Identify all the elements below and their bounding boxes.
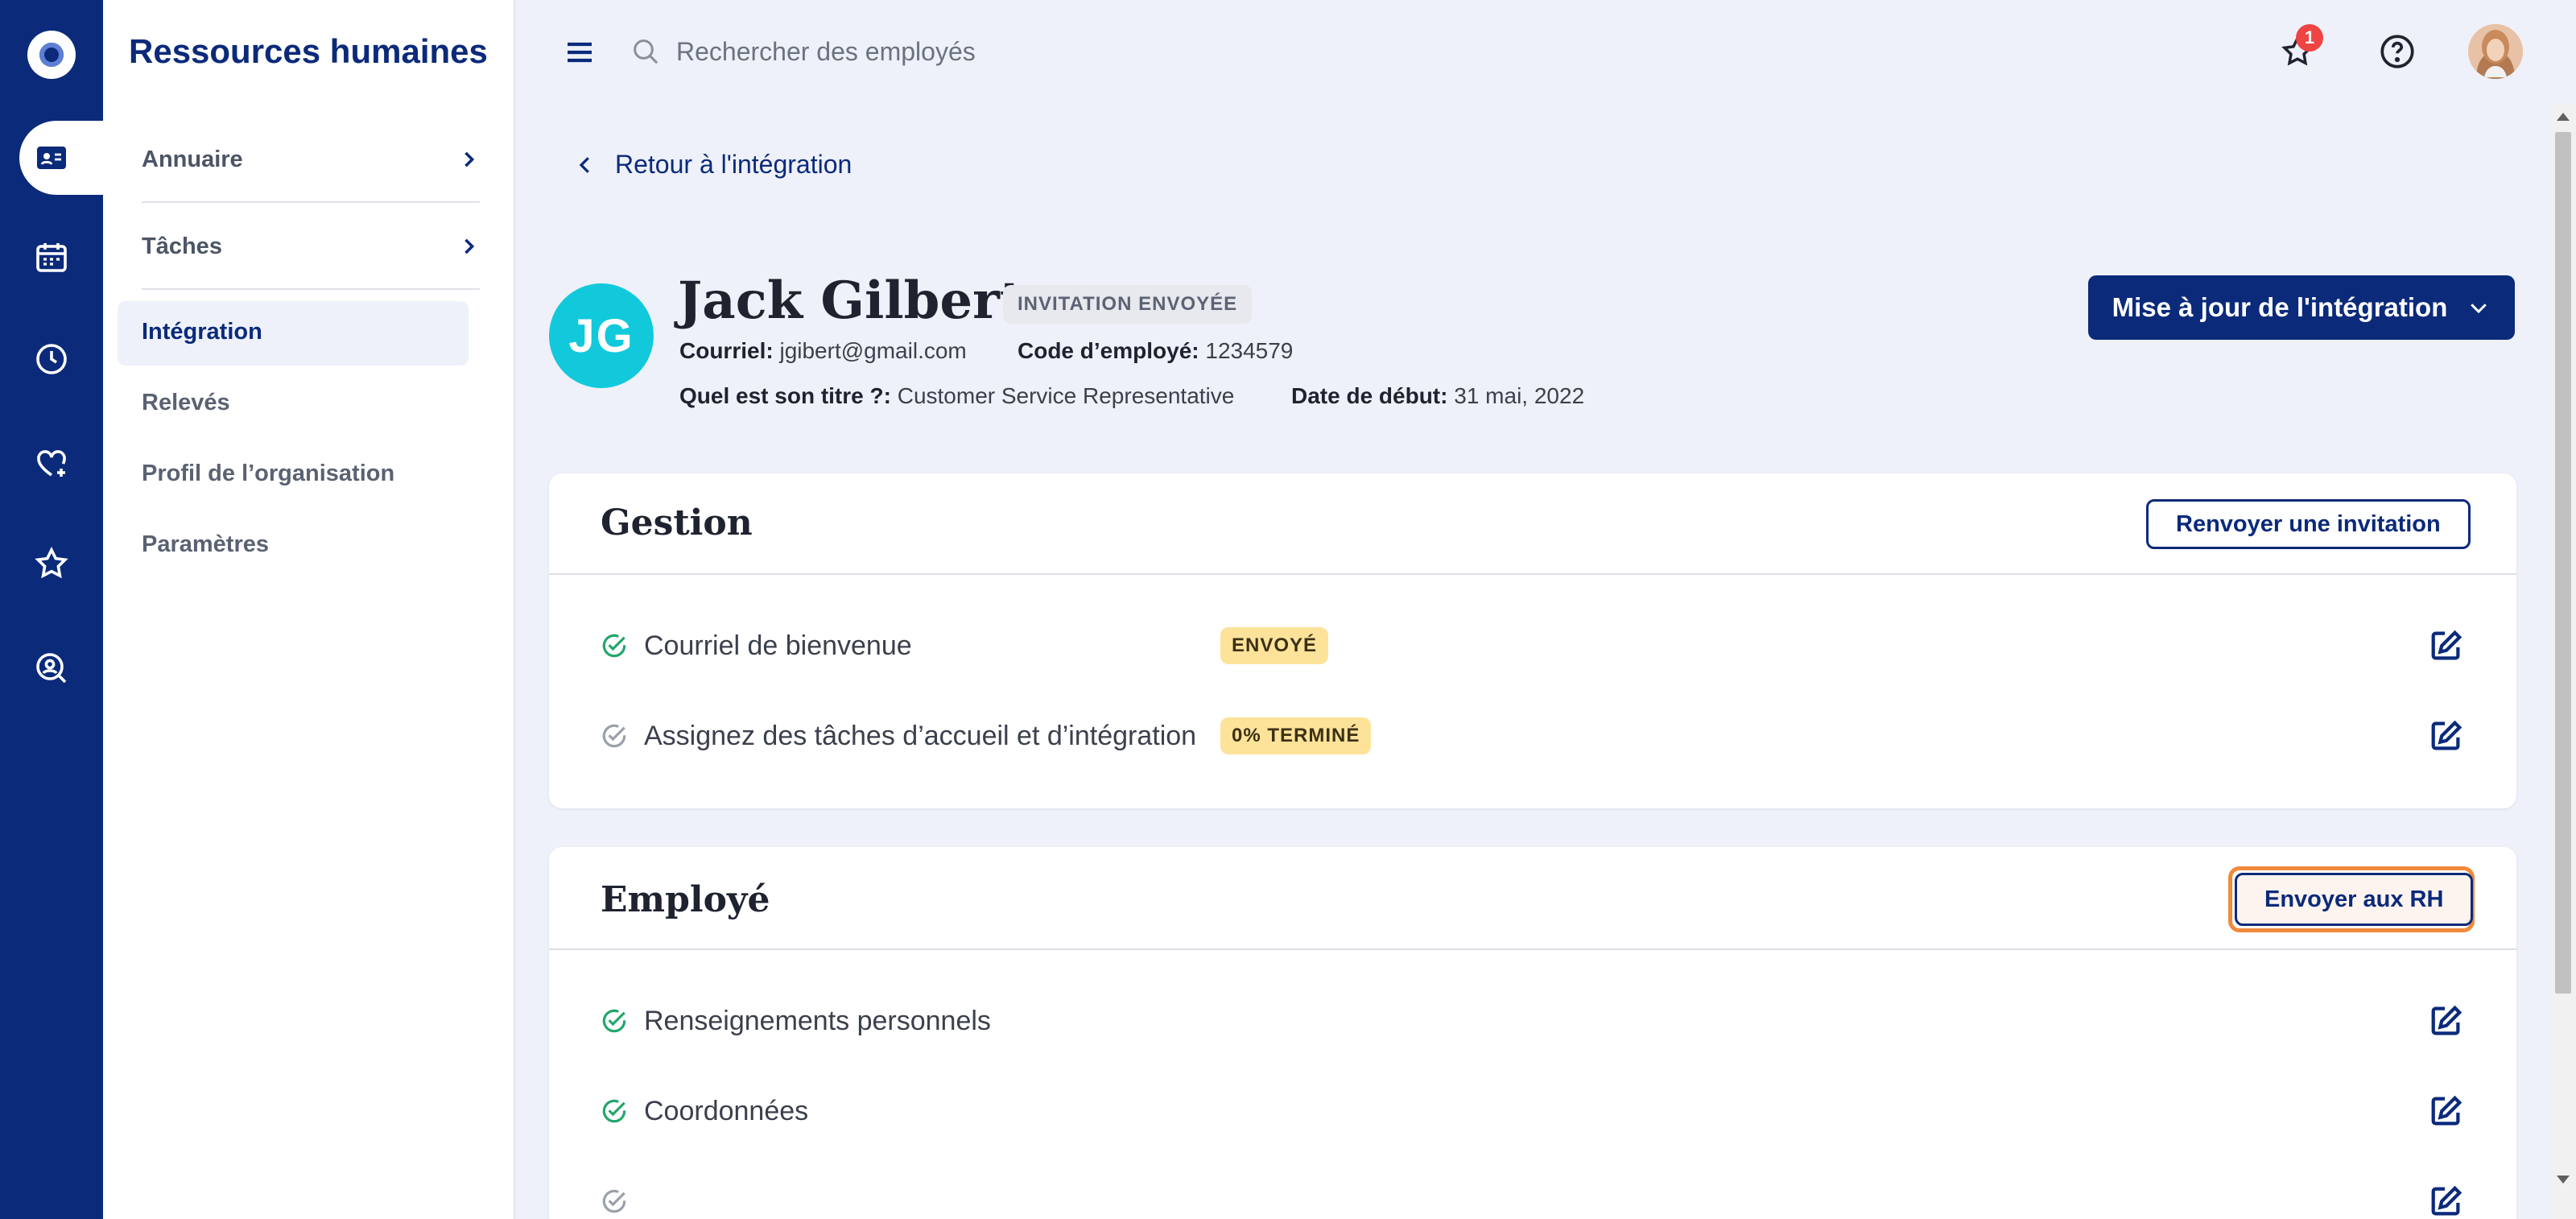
- nav-divider: [142, 288, 480, 290]
- nav-item-parametres[interactable]: Paramètres: [142, 531, 269, 558]
- employee-avatar: JG: [549, 283, 654, 388]
- nav-item-releves[interactable]: Relevés: [142, 390, 230, 416]
- edit-icon: [2431, 720, 2462, 750]
- update-onboarding-button[interactable]: Mise à jour de l'intégration: [2088, 275, 2515, 340]
- edit-button[interactable]: [2426, 626, 2467, 666]
- chevron-right-icon: [464, 238, 475, 254]
- rail-item-directory[interactable]: [19, 121, 103, 195]
- check-circle-icon: [602, 1189, 626, 1213]
- check-circle-icon: [602, 1099, 626, 1123]
- search-icon: [634, 39, 658, 64]
- task-label: Coordonnées: [644, 1095, 809, 1126]
- id-card-icon: [37, 147, 66, 169]
- send-to-hr-button[interactable]: Envoyer aux RH: [2235, 873, 2474, 926]
- nav-divider: [142, 201, 480, 203]
- rail-item-time[interactable]: [0, 322, 103, 396]
- edit-icon: [2431, 1095, 2462, 1126]
- edit-button[interactable]: [2426, 716, 2467, 756]
- scroll-down-arrow-icon[interactable]: [2557, 1176, 2570, 1184]
- user-search-icon: [36, 653, 67, 684]
- employee-title: Quel est son titre ?: Customer Service R…: [679, 383, 1234, 409]
- edit-button[interactable]: [2426, 1001, 2467, 1041]
- help-icon: [2380, 35, 2414, 68]
- user-photo: [2468, 24, 2523, 79]
- nav-item-taches[interactable]: Tâches: [142, 214, 480, 279]
- start-date-value: 31 mai, 2022: [1454, 383, 1585, 408]
- calendar-icon: [36, 243, 67, 272]
- task-row-personal-info: Renseignements personnels: [599, 997, 2467, 1045]
- icon-rail: [0, 0, 103, 1219]
- chevron-right-icon: [464, 151, 475, 167]
- section-nav: Ressources humaines Annuaire Tâches Inté…: [103, 0, 515, 1219]
- vertical-scrollbar[interactable]: [2550, 105, 2576, 1219]
- nav-item-annuaire[interactable]: Annuaire: [142, 127, 480, 192]
- card-divider: [549, 573, 2516, 575]
- code-value: 1234579: [1205, 338, 1294, 363]
- help-button[interactable]: [2373, 27, 2421, 76]
- update-onboarding-label: Mise à jour de l'intégration: [2112, 292, 2448, 322]
- scroll-up-arrow-icon[interactable]: [2557, 113, 2570, 121]
- task-label: Assignez des tâches d’accueil et d’intég…: [644, 720, 1197, 751]
- employee-name: Jack Gilbert: [678, 271, 1024, 331]
- nav-item-label: Intégration: [142, 319, 262, 345]
- employee-code: Code d’employé: 1234579: [1018, 338, 1293, 364]
- gestion-card: Gestion Renvoyer une invitation Courriel…: [549, 473, 2516, 808]
- app-title: Ressources humaines: [129, 32, 488, 70]
- nav-item-profil-organisation[interactable]: Profil de l’organisation: [142, 461, 394, 487]
- back-link-label: Retour à l'intégration: [615, 150, 852, 179]
- check-circle-icon: [602, 724, 626, 748]
- rail-item-recognition[interactable]: [0, 527, 103, 601]
- nav-item-integration[interactable]: Intégration: [118, 301, 469, 366]
- gestion-title: Gestion: [601, 502, 753, 543]
- rail-item-recruiting[interactable]: [0, 631, 103, 705]
- status-badge: ENVOYÉ: [1220, 627, 1329, 664]
- rail-item-benefits[interactable]: [0, 427, 103, 501]
- task-label: Renseignements personnels: [644, 1005, 991, 1036]
- title-value: Customer Service Representative: [897, 383, 1235, 408]
- nav-item-label: Tâches: [142, 233, 222, 259]
- check-circle-icon: [602, 1009, 626, 1033]
- email-value: jgibert@gmail.com: [779, 338, 967, 363]
- task-row-contact-info: Coordonnées: [599, 1087, 2467, 1135]
- menu-icon[interactable]: [564, 39, 596, 66]
- edit-icon: [2431, 630, 2462, 660]
- task-label: Courriel de bienvenue: [644, 630, 912, 661]
- email-label: Courriel:: [679, 338, 774, 363]
- edit-icon: [2431, 1005, 2462, 1035]
- status-badge: INVITATION ENVOYÉE: [1003, 285, 1253, 324]
- employe-title: Employé: [601, 879, 770, 920]
- chevron-left-icon: [579, 156, 589, 173]
- search-input[interactable]: [676, 31, 1159, 72]
- back-link[interactable]: Retour à l'intégration: [573, 150, 852, 180]
- heart-plus-icon: [37, 450, 66, 477]
- top-bar: 1: [517, 0, 2576, 105]
- edit-button[interactable]: [2426, 1181, 2467, 1219]
- employee-start-date: Date de début: 31 mai, 2022: [1291, 383, 1584, 409]
- rail-item-calendar[interactable]: [0, 221, 103, 295]
- code-label: Code d’employé:: [1018, 338, 1199, 363]
- favorites-button[interactable]: 1: [2273, 24, 2323, 76]
- chevron-down-icon: [2471, 304, 2487, 314]
- star-icon: [35, 546, 68, 579]
- task-row-assign-tasks: Assignez des tâches d’accueil et d’intég…: [599, 712, 2467, 760]
- clock-icon: [36, 344, 67, 374]
- scroll-thumb[interactable]: [2555, 132, 2571, 994]
- progress-badge: 0% TERMINÉ: [1220, 717, 1372, 754]
- title-label: Quel est son titre ?:: [679, 383, 891, 408]
- employee-email: Courriel: jgibert@gmail.com: [679, 338, 967, 364]
- resend-invitation-button[interactable]: Renvoyer une invitation: [2146, 499, 2471, 549]
- edit-icon: [2431, 1185, 2462, 1216]
- task-row-partial: [599, 1177, 2467, 1219]
- start-date-label: Date de début:: [1291, 383, 1448, 408]
- card-divider: [549, 948, 2516, 950]
- employe-card: Employé Envoyer aux RH Renseignements pe…: [549, 847, 2516, 1219]
- edit-button[interactable]: [2426, 1091, 2467, 1131]
- task-row-welcome-email: Courriel de bienvenue ENVOYÉ: [599, 622, 2467, 670]
- nav-item-label: Annuaire: [142, 146, 243, 172]
- user-avatar[interactable]: [2468, 24, 2523, 79]
- logo-icon[interactable]: [27, 31, 76, 79]
- check-circle-icon: [602, 634, 626, 658]
- notification-badge: 1: [2296, 24, 2323, 52]
